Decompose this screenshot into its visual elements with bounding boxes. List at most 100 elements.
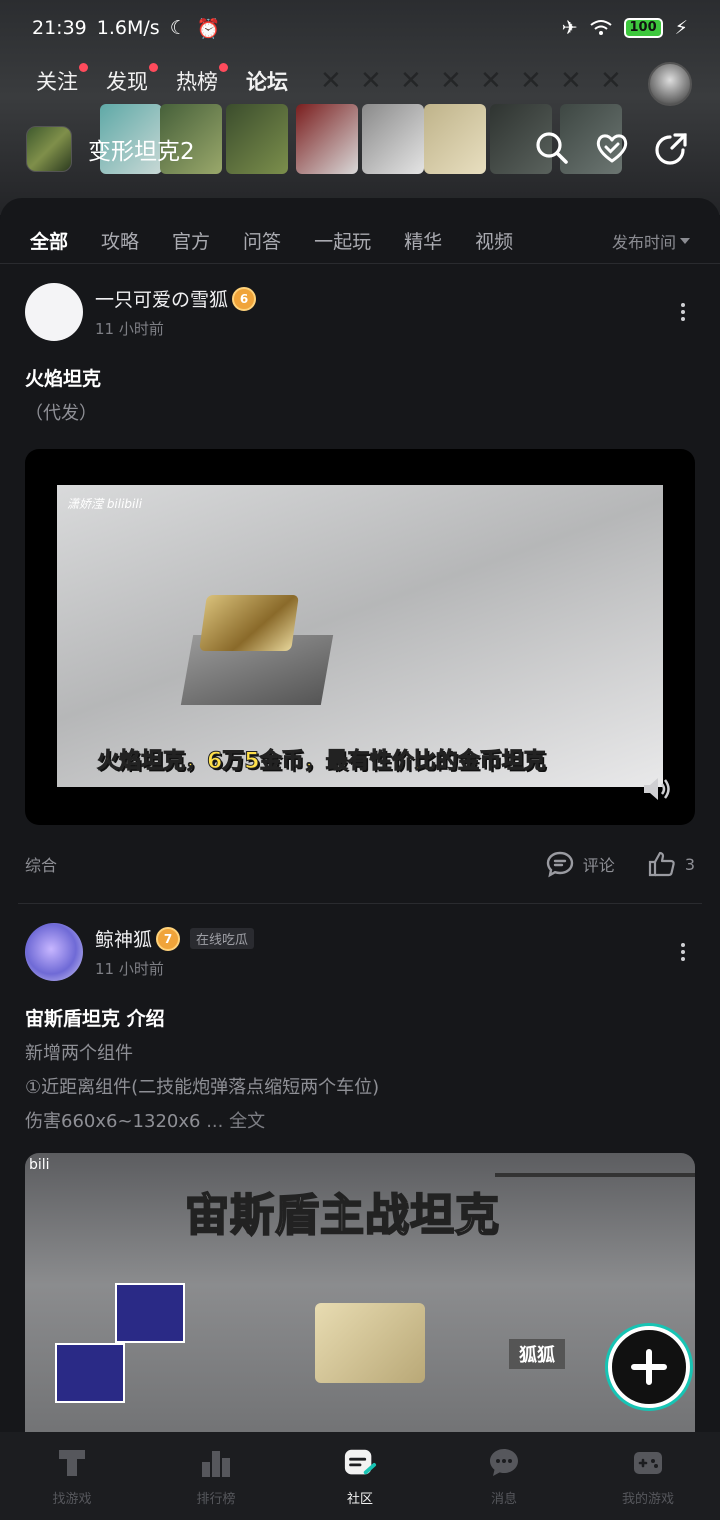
airplane-icon: ✈ (561, 17, 578, 39)
nav-label: 社区 (346, 1491, 373, 1507)
ellipsis: ... (200, 1111, 230, 1132)
level-badge: 7 (156, 926, 181, 951)
nav-label: 消息 (490, 1491, 517, 1507)
comment-button[interactable]: 评论 (545, 850, 615, 878)
nav-label: 我的游戏 (621, 1491, 674, 1507)
community-icon (343, 1446, 377, 1480)
tab-forum-label: 论坛 (246, 70, 288, 94)
header-actions (534, 130, 690, 166)
nav-find-games[interactable]: 找游戏 (0, 1432, 144, 1520)
sub-tab-qa[interactable]: 问答 (243, 227, 281, 254)
status-time: 21:39 (32, 17, 87, 39)
moon-icon: ☾ (169, 17, 187, 39)
search-icon (536, 132, 568, 164)
post-video[interactable]: 潇娇滢 bilibili 火焰坦克，6万5金币，最有性价比的金币坦克 (25, 449, 695, 825)
game-header: 变形坦克2 (26, 126, 195, 172)
tab-forum[interactable]: 论坛 (246, 66, 288, 100)
create-post-button[interactable] (608, 1326, 690, 1408)
tab-follow-label: 关注 (36, 70, 78, 94)
sub-tab-featured[interactable]: 精华 (404, 227, 442, 254)
video-caption: 火焰坦克，6万5金币，最有性价比的金币坦克 (97, 749, 547, 775)
status-speed: 1.6M/s (96, 17, 160, 39)
notification-dot (79, 63, 88, 72)
post-body-line-last: 伤害660x6~1320x6 ... 全文 (25, 1111, 695, 1133)
post-header: 鲸神狐 7 在线吃瓜 11 小时前 (25, 904, 695, 1000)
tab-discover[interactable]: 发现 (106, 63, 158, 96)
video-title: 宙斯盾主战坦克 (184, 1189, 500, 1242)
nav-ranking[interactable]: 排行榜 (144, 1432, 288, 1520)
bottom-nav: 找游戏 排行榜 社区 消息 我的游戏 (0, 1432, 720, 1520)
sub-tab-video[interactable]: 视频 (475, 227, 513, 254)
author-name[interactable]: 一只可爱の雪狐 (95, 285, 228, 312)
chevron-down-icon (680, 237, 690, 244)
sub-tab-all[interactable]: 全部 (30, 227, 69, 257)
tab-hot-label: 热榜 (176, 70, 218, 94)
author-block: 一只可爱の雪狐 6 11 小时前 (95, 285, 257, 339)
find-games-icon (55, 1446, 89, 1480)
user-tag: 在线吃瓜 (190, 928, 255, 949)
tab-hot[interactable]: 热榜 (176, 63, 228, 96)
author-avatar[interactable] (25, 923, 83, 981)
video-tank (315, 1303, 425, 1383)
post-title[interactable]: 宙斯盾坦克 介绍 (25, 1004, 695, 1031)
level-badge: 6 (232, 286, 257, 311)
post-category[interactable]: 综合 (25, 852, 57, 876)
notification-dot (149, 63, 158, 72)
notification-dot (219, 63, 228, 72)
nav-label: 找游戏 (52, 1491, 92, 1507)
wifi-icon (589, 20, 612, 35)
post-video[interactable]: bili 宙斯盾主战坦克 狐狐 (25, 1153, 695, 1438)
forum-panel: 全部 攻略 官方 问答 一起玩 精华 视频 发布时间 一只可爱の雪狐 6 11 … (0, 198, 720, 1438)
author-avatar[interactable] (25, 283, 83, 341)
more-options-icon[interactable] (680, 943, 686, 961)
share-icon (655, 133, 687, 165)
nav-my-games[interactable]: 我的游戏 (576, 1432, 720, 1520)
post-body-line: 伤害660x6~1320x6 (25, 1111, 201, 1132)
author-name[interactable]: 鲸神狐 (95, 925, 152, 952)
video-tank (199, 595, 299, 651)
like-button[interactable]: 3 (647, 850, 695, 878)
post-body-line: 新增两个组件 (25, 1043, 133, 1064)
nav-label: 排行榜 (196, 1491, 236, 1507)
post-title[interactable]: 火焰坦克 (25, 364, 695, 391)
user-avatar[interactable] (648, 62, 692, 106)
post-body: （代发） (25, 403, 97, 424)
video-gift-box (55, 1343, 125, 1403)
mute-icon[interactable] (641, 775, 673, 803)
share-button[interactable] (654, 130, 690, 166)
post-body: 新增两个组件 ①近距离组件(二技能炮弹落点缩短两个车位) 伤害660x6~132… (25, 1043, 695, 1133)
sort-dropdown[interactable]: 发布时间 (612, 229, 690, 253)
search-button[interactable] (534, 130, 570, 166)
game-icon[interactable] (26, 126, 72, 172)
post-time: 11 小时前 (95, 320, 164, 338)
sub-tab-official[interactable]: 官方 (172, 227, 210, 254)
charging-icon: ⚡ (674, 17, 688, 39)
sub-tab-play-together[interactable]: 一起玩 (314, 227, 371, 254)
battery-icon: 100 (623, 18, 663, 38)
heart-check-icon (596, 134, 628, 163)
sub-tab-guide[interactable]: 攻略 (101, 227, 139, 254)
author-block: 鲸神狐 7 在线吃瓜 11 小时前 (95, 925, 255, 979)
alarm-icon: ⏰ (196, 17, 221, 40)
message-icon (487, 1446, 521, 1480)
follow-game-button[interactable] (594, 130, 630, 166)
comment-label: 评论 (582, 856, 615, 875)
game-title[interactable]: 变形坦克2 (88, 132, 195, 166)
read-more-link[interactable]: 全文 (229, 1111, 265, 1132)
post-time: 11 小时前 (95, 960, 164, 978)
post-card[interactable]: 一只可爱の雪狐 6 11 小时前 火焰坦克 （代发） 潇娇滢 bilibili … (0, 264, 720, 903)
post-body-line: ①近距离组件(二技能炮弹落点缩短两个车位) (25, 1077, 380, 1098)
nav-community[interactable]: 社区 (288, 1432, 432, 1520)
video-watermark: bili (29, 1157, 50, 1173)
more-options-icon[interactable] (680, 303, 686, 321)
comment-icon (546, 851, 573, 878)
nav-messages[interactable]: 消息 (432, 1432, 576, 1520)
sub-tab-label: 全部 (30, 231, 69, 253)
status-bar: 21:39 1.6M/s ☾ ⏰ ✈ 100 ⚡ (0, 0, 720, 56)
plus-icon (631, 1349, 667, 1385)
ranking-icon (199, 1446, 233, 1480)
thumbs-up-icon (648, 851, 675, 877)
forum-sub-tabs: 全部 攻略 官方 问答 一起玩 精华 视频 发布时间 (0, 198, 720, 264)
video-watermark: 潇娇滢 bilibili (67, 497, 143, 511)
tab-follow[interactable]: 关注 (36, 63, 88, 96)
